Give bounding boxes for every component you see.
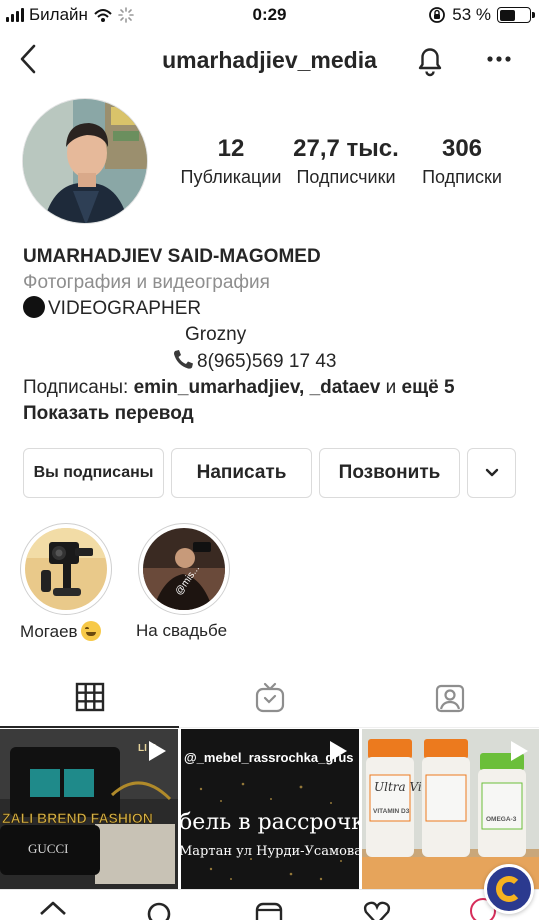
bio-line-videographer: VIDEOGRAPHER bbox=[23, 296, 523, 322]
video-play-icon bbox=[149, 741, 166, 761]
rotation-lock-icon bbox=[429, 7, 446, 23]
grid-icon bbox=[75, 682, 104, 712]
stat-posts-label: Публикации bbox=[180, 167, 282, 187]
home-icon[interactable] bbox=[38, 900, 68, 920]
assistant-logo bbox=[496, 876, 522, 902]
bio-line2-text: Grozny bbox=[185, 324, 247, 345]
highlight-ring: @mis... bbox=[138, 523, 230, 615]
post-3-label2: OMEGA-3 bbox=[486, 816, 517, 823]
assistant-bubble-icon[interactable] bbox=[484, 864, 534, 914]
bio-phone-text[interactable]: 8(965)569 17 43 bbox=[197, 351, 336, 372]
profile-bio: UMARHADJIEV SAID-MAGOMED Фотография и ви… bbox=[23, 244, 523, 427]
search-icon[interactable] bbox=[145, 900, 175, 920]
post-2-title: бель в рассрочку bbox=[181, 810, 359, 835]
following-button-label: Вы подписаны bbox=[33, 464, 154, 481]
post-3-label1: VITAMIN D3 bbox=[373, 808, 410, 815]
call-button-label: Позвонить bbox=[338, 462, 441, 483]
stat-following-label: Подписки bbox=[422, 167, 502, 187]
highlight-cover-wedding: @mis... bbox=[143, 528, 225, 610]
post-thumbnail-1[interactable]: GUCCI LI F ZALI BREND FASHION bbox=[0, 729, 178, 889]
post-3-brand: Ultra Vit bbox=[374, 780, 427, 794]
post-1-brand: GUCCI bbox=[28, 841, 68, 856]
status-right: 53 % bbox=[428, 5, 535, 25]
followed-by-users: emin_umarhadjiev, _dataev bbox=[133, 377, 381, 398]
profile-avatar[interactable] bbox=[22, 98, 148, 224]
stat-following-value: 306 bbox=[441, 135, 483, 162]
highlight-ring bbox=[20, 523, 112, 615]
profile-username: umarhadjiev_media bbox=[162, 47, 377, 73]
reels-icon[interactable] bbox=[254, 900, 284, 920]
stat-posts[interactable]: 12 Публикации bbox=[178, 134, 284, 190]
battery-fill bbox=[499, 9, 515, 21]
black-circle-icon bbox=[23, 296, 45, 318]
followed-by-join: и bbox=[380, 377, 402, 398]
bio-line-phone: 8(965)569 17 43 bbox=[23, 348, 523, 375]
post-thumbnail-2[interactable]: @_mebel_rassrochka_grus бель в рассрочку… bbox=[181, 729, 359, 889]
stat-following[interactable]: 306 Подписки bbox=[410, 134, 514, 190]
call-button[interactable]: Позвонить bbox=[319, 448, 460, 498]
status-bar: Билайн 0:29 53 % bbox=[0, 0, 539, 30]
nav-bar: umarhadjiev_media bbox=[0, 36, 539, 86]
phone-icon bbox=[174, 350, 193, 369]
igtv-icon bbox=[255, 682, 284, 713]
highlight-label-wedding: На свадьбе bbox=[136, 621, 228, 640]
post-2-address: Мартан ул Нурди-Усамова bbox=[181, 844, 359, 859]
followed-by-prefix: Подписаны: bbox=[23, 377, 134, 398]
tab-grid[interactable] bbox=[0, 668, 179, 728]
highlight-mogaev-text: Могаев bbox=[20, 622, 78, 641]
stat-followers[interactable]: 27,7 тыс. Подписчики bbox=[292, 134, 400, 190]
grinning-emoji-icon bbox=[80, 621, 101, 641]
avatar-photo bbox=[23, 99, 147, 223]
video-play-icon bbox=[511, 741, 528, 761]
profile-full-name: UMARHADJIEV SAID-MAGOMED bbox=[23, 246, 321, 267]
suggested-more-button[interactable] bbox=[467, 448, 516, 498]
highlight-cover-mogaev bbox=[25, 528, 107, 610]
more-horizontal-icon[interactable] bbox=[484, 46, 514, 72]
heart-icon[interactable] bbox=[362, 900, 392, 920]
following-button[interactable]: Вы подписаны bbox=[23, 448, 164, 498]
chevron-down-icon bbox=[485, 468, 498, 477]
followed-by[interactable]: Подписаны: emin_umarhadjiev, _dataev и е… bbox=[23, 375, 523, 401]
bell-icon[interactable] bbox=[412, 42, 448, 78]
video-play-icon bbox=[330, 741, 347, 761]
battery-icon bbox=[497, 7, 535, 23]
bio-line1-text: VIDEOGRAPHER bbox=[48, 298, 202, 319]
stat-posts-value: 12 bbox=[217, 135, 245, 162]
profile-tabs bbox=[0, 668, 539, 728]
bio-line-city: Grozny bbox=[23, 322, 523, 348]
bottom-nav bbox=[0, 889, 539, 920]
highlight-wedding[interactable]: @mis... На свадьбе bbox=[136, 523, 230, 640]
stat-followers-value: 27,7 тыс. bbox=[293, 135, 399, 162]
posts-grid: GUCCI LI F ZALI BREND FASHION @_mebel_ra… bbox=[0, 729, 539, 889]
battery-percent: 53 % bbox=[452, 5, 491, 24]
highlight-label-mogaev: Могаев bbox=[20, 621, 101, 642]
message-button-label: Написать bbox=[196, 462, 287, 483]
show-translation-link[interactable]: Показать перевод bbox=[23, 401, 523, 427]
profile-category: Фотография и видеография bbox=[23, 272, 270, 293]
tab-tagged[interactable] bbox=[360, 668, 539, 728]
message-button[interactable]: Написать bbox=[171, 448, 312, 498]
tab-igtv[interactable] bbox=[180, 668, 359, 728]
stat-followers-label: Подписчики bbox=[296, 167, 396, 187]
tagged-user-icon bbox=[435, 684, 464, 713]
followed-by-more: ещё 5 bbox=[401, 377, 455, 398]
highlight-mogaev[interactable]: Могаев bbox=[20, 523, 112, 641]
post-1-overlay: ZALI BREND FASHION bbox=[2, 810, 153, 826]
